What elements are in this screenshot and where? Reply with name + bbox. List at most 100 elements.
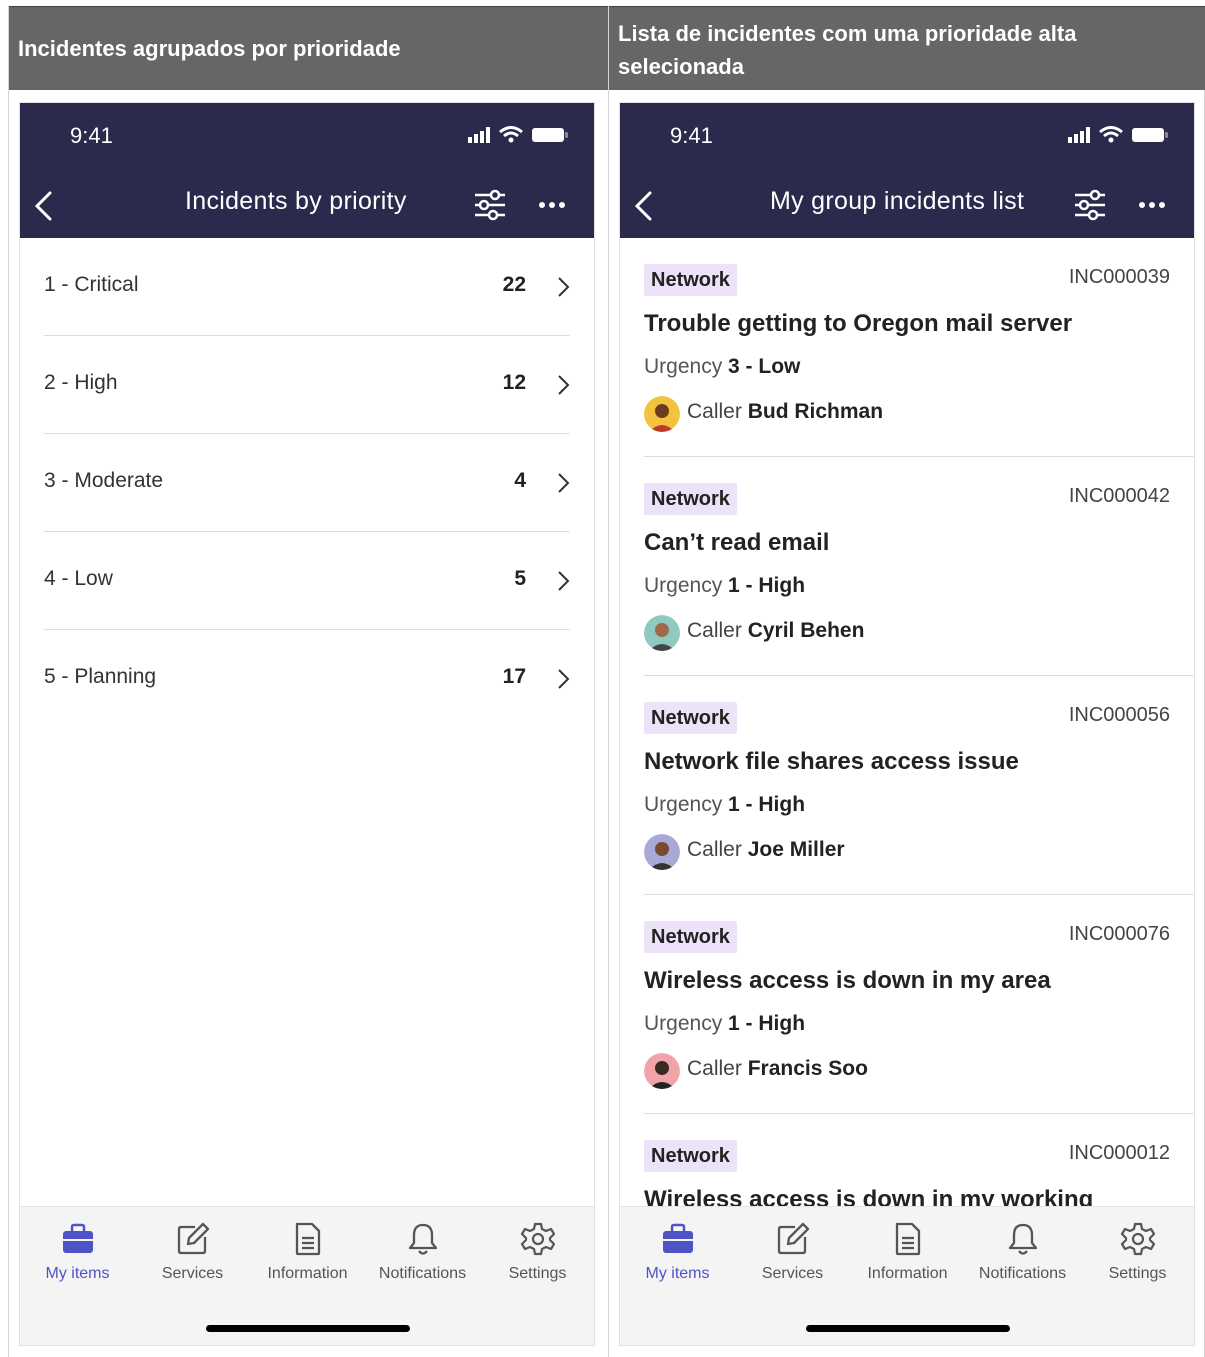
tab-label: Services: [161, 1265, 224, 1282]
gear-icon: [520, 1222, 555, 1256]
incident-title: Can’t read email: [644, 529, 830, 556]
tab-bar: My items Services Information Notificati…: [620, 1206, 1194, 1345]
tab-my-items[interactable]: My items: [20, 1221, 135, 1283]
edit-icon: [777, 1222, 809, 1255]
back-arrow-icon[interactable]: [630, 189, 658, 223]
urgency: Urgency 1 - High: [644, 1012, 806, 1035]
page-title: Incidents by priority: [185, 187, 407, 215]
urgency: Urgency 1 - High: [644, 793, 806, 816]
caller: Caller Cyril Behen: [687, 619, 865, 642]
avatar: [644, 1053, 680, 1089]
tab-my-items[interactable]: My items: [620, 1221, 735, 1283]
category-badge: Network: [644, 483, 737, 515]
incident-card[interactable]: Network INC000056 Network file shares ac…: [644, 676, 1194, 895]
status-time: 9:41: [670, 123, 713, 148]
priority-label: 2 - High: [44, 371, 118, 394]
briefcase-icon: [662, 1223, 693, 1253]
home-indicator: [206, 1325, 410, 1332]
tab-label: Settings: [1108, 1265, 1167, 1282]
avatar: [644, 615, 680, 651]
caller: Caller Bud Richman: [687, 400, 884, 423]
chevron-right-icon: [558, 571, 570, 591]
incident-title: Wireless access is down in my area: [644, 967, 1051, 994]
incident-card[interactable]: Network INC000012 Wireless access is dow…: [644, 1114, 1194, 1208]
incident-card[interactable]: Network INC000076 Wireless access is dow…: [644, 895, 1194, 1114]
priority-count: 17: [502, 665, 526, 688]
priority-row[interactable]: 3 - Moderate 4: [44, 434, 570, 532]
incident-title: Trouble getting to Oregon mail server: [644, 310, 1073, 337]
document-icon: [895, 1222, 920, 1256]
incident-number: INC000039: [1068, 266, 1170, 288]
priority-count: 22: [502, 273, 526, 296]
tab-information[interactable]: Information: [250, 1221, 365, 1283]
back-arrow-icon[interactable]: [30, 189, 58, 223]
tab-notifications[interactable]: Notifications: [365, 1221, 480, 1283]
tab-label: Notifications: [978, 1265, 1067, 1282]
status-icons: [468, 126, 568, 143]
tab-bar: My items Services Information Notificati…: [20, 1206, 594, 1345]
phone-group-incidents-list: 9:41 My group incidents list Network INC…: [619, 102, 1195, 1346]
gear-icon: [1120, 1222, 1155, 1256]
incident-number: INC000012: [1068, 1142, 1170, 1164]
category-badge: Network: [644, 1140, 737, 1172]
app-bar: 9:41 Incidents by priority: [20, 103, 594, 238]
caller: Caller Joe Miller: [687, 838, 845, 861]
incident-number: INC000042: [1068, 485, 1170, 507]
tab-services[interactable]: Services: [735, 1221, 850, 1283]
tab-label: Settings: [508, 1265, 567, 1282]
tab-notifications[interactable]: Notifications: [965, 1221, 1080, 1283]
priority-label: 1 - Critical: [44, 273, 139, 296]
tab-label: Information: [867, 1265, 948, 1282]
category-badge: Network: [644, 264, 737, 296]
more-icon[interactable]: [1137, 199, 1167, 211]
bell-icon: [408, 1223, 437, 1255]
more-icon[interactable]: [537, 199, 567, 211]
incident-card[interactable]: Network INC000042 Can’t read email Urgen…: [644, 457, 1194, 676]
tab-services[interactable]: Services: [135, 1221, 250, 1283]
incident-number: INC000056: [1068, 704, 1170, 726]
priority-list: 1 - Critical 22 2 - High 12 3 - Moderate…: [20, 238, 594, 1208]
priority-row[interactable]: 2 - High 12: [44, 336, 570, 434]
tab-settings[interactable]: Settings: [1080, 1221, 1194, 1283]
incident-card[interactable]: Network INC000039 Trouble getting to Ore…: [644, 238, 1194, 457]
priority-row[interactable]: 1 - Critical 22: [44, 238, 570, 336]
tab-label: Information: [267, 1265, 348, 1282]
comparison-table: Incidentes agrupados por prioridade 9:41…: [8, 6, 1205, 1357]
briefcase-icon: [62, 1223, 93, 1253]
bell-icon: [1008, 1223, 1037, 1255]
status-time: 9:41: [70, 123, 113, 148]
document-icon: [295, 1222, 320, 1256]
category-badge: Network: [644, 921, 737, 953]
left-column: Incidentes agrupados por prioridade 9:41…: [9, 6, 609, 1357]
priority-count: 4: [514, 469, 526, 492]
right-column: Lista de incidentes com uma prioridade a…: [609, 6, 1205, 1357]
avatar: [644, 396, 680, 432]
priority-row[interactable]: 5 - Planning 17: [44, 630, 570, 728]
left-column-header: Incidentes agrupados por prioridade: [9, 6, 608, 90]
category-badge: Network: [644, 702, 737, 734]
tab-information[interactable]: Information: [850, 1221, 965, 1283]
home-indicator: [806, 1325, 1010, 1332]
tab-label: My items: [645, 1265, 710, 1282]
tab-label: My items: [45, 1265, 110, 1282]
filter-icon[interactable]: [1073, 189, 1107, 221]
chevron-right-icon: [558, 277, 570, 297]
app-bar: 9:41 My group incidents list: [620, 103, 1194, 238]
tab-label: Notifications: [378, 1265, 467, 1282]
incident-number: INC000076: [1068, 923, 1170, 945]
priority-count: 12: [502, 371, 526, 394]
edit-icon: [177, 1222, 209, 1255]
chevron-right-icon: [558, 473, 570, 493]
chevron-right-icon: [558, 375, 570, 395]
urgency: Urgency 3 - Low: [644, 355, 801, 378]
page-title: My group incidents list: [770, 187, 1025, 215]
priority-label: 5 - Planning: [44, 665, 157, 688]
priority-label: 3 - Moderate: [44, 469, 164, 492]
filter-icon[interactable]: [473, 189, 507, 221]
priority-count: 5: [514, 567, 526, 590]
avatar: [644, 834, 680, 870]
tab-settings[interactable]: Settings: [480, 1221, 594, 1283]
priority-row[interactable]: 4 - Low 5: [44, 532, 570, 630]
caller: Caller Francis Soo: [687, 1057, 868, 1080]
tab-label: Services: [761, 1265, 824, 1282]
